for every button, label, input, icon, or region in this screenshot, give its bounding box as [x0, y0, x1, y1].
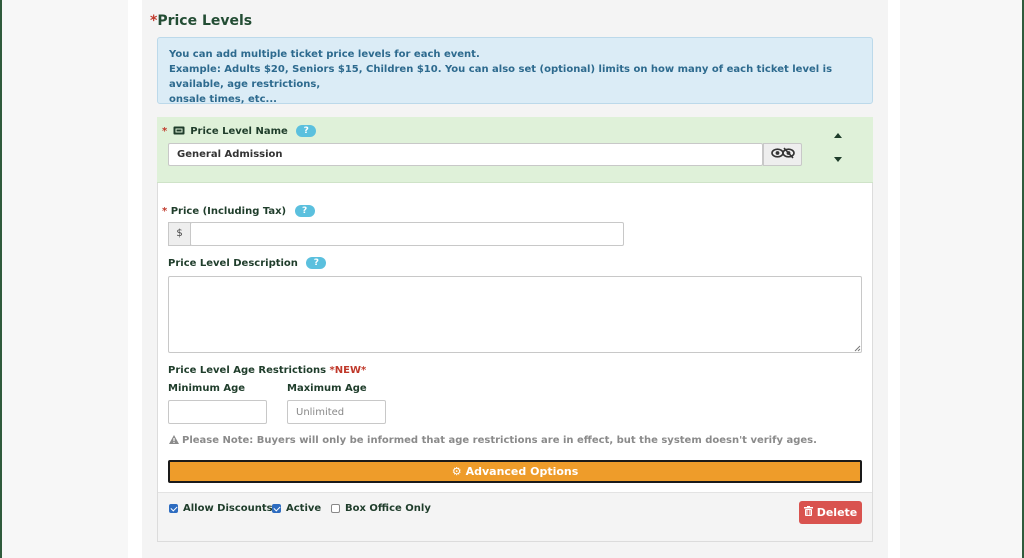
resize-handle-icon[interactable] — [854, 345, 861, 352]
description-label-text: Price Level Description — [168, 258, 298, 269]
right-margin — [900, 0, 1022, 558]
advanced-options-label: Advanced Options — [465, 465, 579, 478]
description-label: Price Level Description ? — [168, 257, 327, 269]
new-badge: *NEW* — [329, 365, 367, 376]
info-line-1: You can add multiple ticket price levels… — [169, 49, 480, 60]
currency-addon: $ — [168, 222, 191, 246]
price-level-name-input[interactable] — [168, 143, 763, 166]
question-badge-icon[interactable]: ? — [306, 257, 327, 269]
description-textarea[interactable] — [168, 276, 862, 353]
box-office-only-label: Box Office Only — [345, 503, 431, 514]
active-label: Active — [286, 503, 322, 514]
trash-icon — [803, 506, 813, 519]
minimum-age-label: Minimum Age — [168, 383, 246, 394]
ticket-icon — [173, 126, 185, 138]
section-title-text: Price Levels — [157, 13, 253, 29]
arrow-down-icon[interactable] — [834, 157, 842, 162]
arrow-up-icon[interactable] — [834, 133, 842, 138]
info-box: You can add multiple ticket price levels… — [157, 37, 873, 105]
left-margin — [2, 0, 128, 558]
checkbox-checked[interactable] — [272, 504, 281, 513]
question-badge-icon[interactable]: ? — [296, 125, 317, 137]
gear-icon: ⚙ — [451, 465, 462, 478]
warning-icon — [169, 435, 179, 447]
question-badge-icon[interactable]: ? — [294, 205, 315, 217]
advanced-options-button[interactable]: ⚙ Advanced Options — [168, 460, 862, 483]
info-line-2: Example: Adults $20, Seniors $15, Childr… — [169, 64, 833, 90]
age-note-text: Please Note: Buyers will only be informe… — [182, 435, 817, 446]
price-level-name-label: * Price Level Name ? — [162, 125, 317, 138]
minimum-age-input[interactable] — [168, 400, 267, 424]
section-title: *Price Levels — [150, 13, 252, 29]
checkbox-unchecked[interactable] — [331, 504, 340, 513]
age-restrictions-text: Price Level Age Restrictions — [168, 365, 327, 376]
price-label: * Price (Including Tax) ? — [162, 205, 315, 217]
required-mark: * — [162, 126, 168, 137]
box-office-only-checkbox[interactable]: Box Office Only — [331, 503, 431, 514]
maximum-age-label: Maximum Age — [287, 383, 367, 394]
price-level-name-text: Price Level Name — [190, 126, 288, 137]
info-line-3: onsale times, etc... — [169, 94, 277, 105]
allow-discounts-label: Allow Discounts — [183, 503, 273, 514]
checkbox-checked[interactable] — [169, 504, 178, 513]
price-level-footer — [158, 492, 872, 541]
delete-label: Delete — [816, 506, 858, 519]
price-label-text: Price (Including Tax) — [170, 206, 287, 217]
maximum-age-input[interactable] — [287, 400, 386, 424]
eye-slash-icon — [770, 147, 795, 162]
price-input[interactable] — [190, 222, 624, 246]
allow-discounts-checkbox[interactable]: Allow Discounts — [169, 503, 273, 514]
delete-button[interactable]: Delete — [799, 501, 862, 524]
active-checkbox[interactable]: Active — [272, 503, 321, 514]
visibility-toggle-button[interactable] — [763, 143, 802, 166]
required-mark: * — [162, 206, 168, 217]
age-note: Please Note: Buyers will only be informe… — [169, 435, 817, 447]
age-restrictions-label: Price Level Age Restrictions *NEW* — [168, 365, 366, 376]
